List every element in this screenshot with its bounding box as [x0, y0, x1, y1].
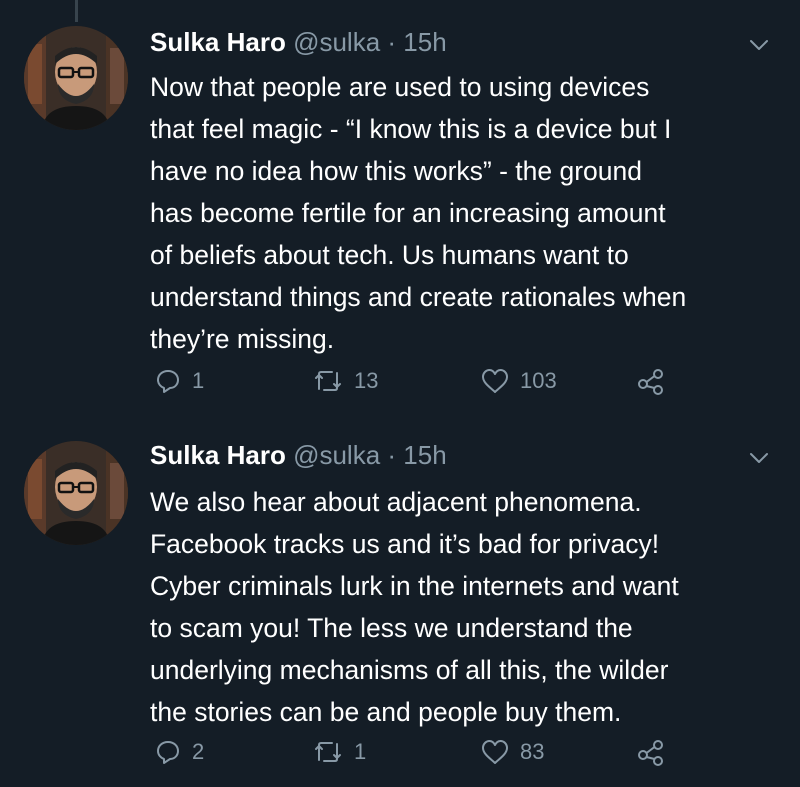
- tweet[interactable]: Sulka Haro @sulka · 15h We also hear abo…: [0, 425, 800, 787]
- reply-button[interactable]: 1: [154, 364, 204, 398]
- reply-button[interactable]: 2: [154, 735, 204, 769]
- chevron-down-icon[interactable]: [746, 445, 772, 471]
- share-button[interactable]: [636, 364, 666, 398]
- separator-dot: ·: [387, 440, 397, 470]
- tweet-text-line: Facebook tracks us and it’s bad for priv…: [150, 529, 660, 559]
- reply-count: 1: [192, 368, 205, 393]
- tweet-text-line: of beliefs about tech. Us humans want to: [150, 240, 629, 270]
- retweet-button[interactable]: 13: [312, 364, 378, 398]
- reply-icon: [157, 370, 179, 393]
- like-icon: [482, 740, 508, 764]
- tweet-text-line: Cyber criminals lurk in the internets an…: [150, 571, 679, 601]
- separator-dot: ·: [387, 27, 397, 57]
- tweet-text-line: to scam you! The less we understand the: [150, 613, 633, 643]
- reply-icon: [157, 741, 179, 764]
- reply-count: 2: [192, 739, 205, 764]
- avatar[interactable]: [24, 26, 128, 130]
- tweet-actions: 2 1 83: [150, 735, 710, 769]
- author-handle[interactable]: @sulka: [293, 27, 380, 57]
- like-count: 83: [520, 739, 545, 764]
- like-button[interactable]: 103: [480, 364, 557, 398]
- tweet-header: Sulka Haro @sulka · 15h: [150, 439, 740, 471]
- tweet-header: Sulka Haro @sulka · 15h: [150, 26, 740, 58]
- share-icon: [638, 740, 663, 766]
- like-count: 103: [520, 368, 557, 393]
- tweet-text-line: Now that people are used to using device…: [150, 72, 650, 102]
- tweet-text: We also hear about adjacent phenomena. F…: [150, 481, 790, 733]
- avatar[interactable]: [24, 441, 128, 545]
- tweet-text-line: understand things and create rationales …: [150, 282, 687, 312]
- tweet[interactable]: Sulka Haro @sulka · 15h Now that people …: [0, 0, 800, 425]
- timestamp[interactable]: 15h: [403, 440, 446, 470]
- author-name[interactable]: Sulka Haro: [150, 27, 286, 57]
- like-button[interactable]: 83: [480, 735, 544, 769]
- tweet-text-line: has become fertile for an increasing amo…: [150, 198, 666, 228]
- retweet-icon: [315, 742, 341, 762]
- retweet-button[interactable]: 1: [312, 735, 366, 769]
- tweet-text: Now that people are used to using device…: [150, 66, 790, 360]
- share-button[interactable]: [636, 735, 666, 769]
- tweet-text-line: that feel magic - “I know this is a devi…: [150, 114, 672, 144]
- tweet-actions: 1 13 103: [150, 364, 710, 398]
- tweet-text-line: underlying mechanisms of all this, the w…: [150, 655, 669, 685]
- tweet-text-line: have no idea how this works” - the groun…: [150, 156, 642, 186]
- tweet-text-line: they’re missing.: [150, 324, 335, 354]
- retweet-count: 13: [354, 368, 379, 393]
- chevron-down-icon[interactable]: [746, 32, 772, 58]
- author-handle[interactable]: @sulka: [293, 440, 380, 470]
- author-name[interactable]: Sulka Haro: [150, 440, 286, 470]
- tweet-text-line: the stories can be and people buy them.: [150, 697, 622, 727]
- timestamp[interactable]: 15h: [403, 27, 446, 57]
- tweet-text-line: We also hear about adjacent phenomena.: [150, 487, 642, 517]
- retweet-icon: [315, 371, 341, 391]
- avatar-photo: [24, 441, 128, 545]
- like-icon: [482, 369, 508, 393]
- avatar-photo: [24, 26, 128, 130]
- retweet-count: 1: [354, 739, 367, 764]
- share-icon: [638, 369, 663, 395]
